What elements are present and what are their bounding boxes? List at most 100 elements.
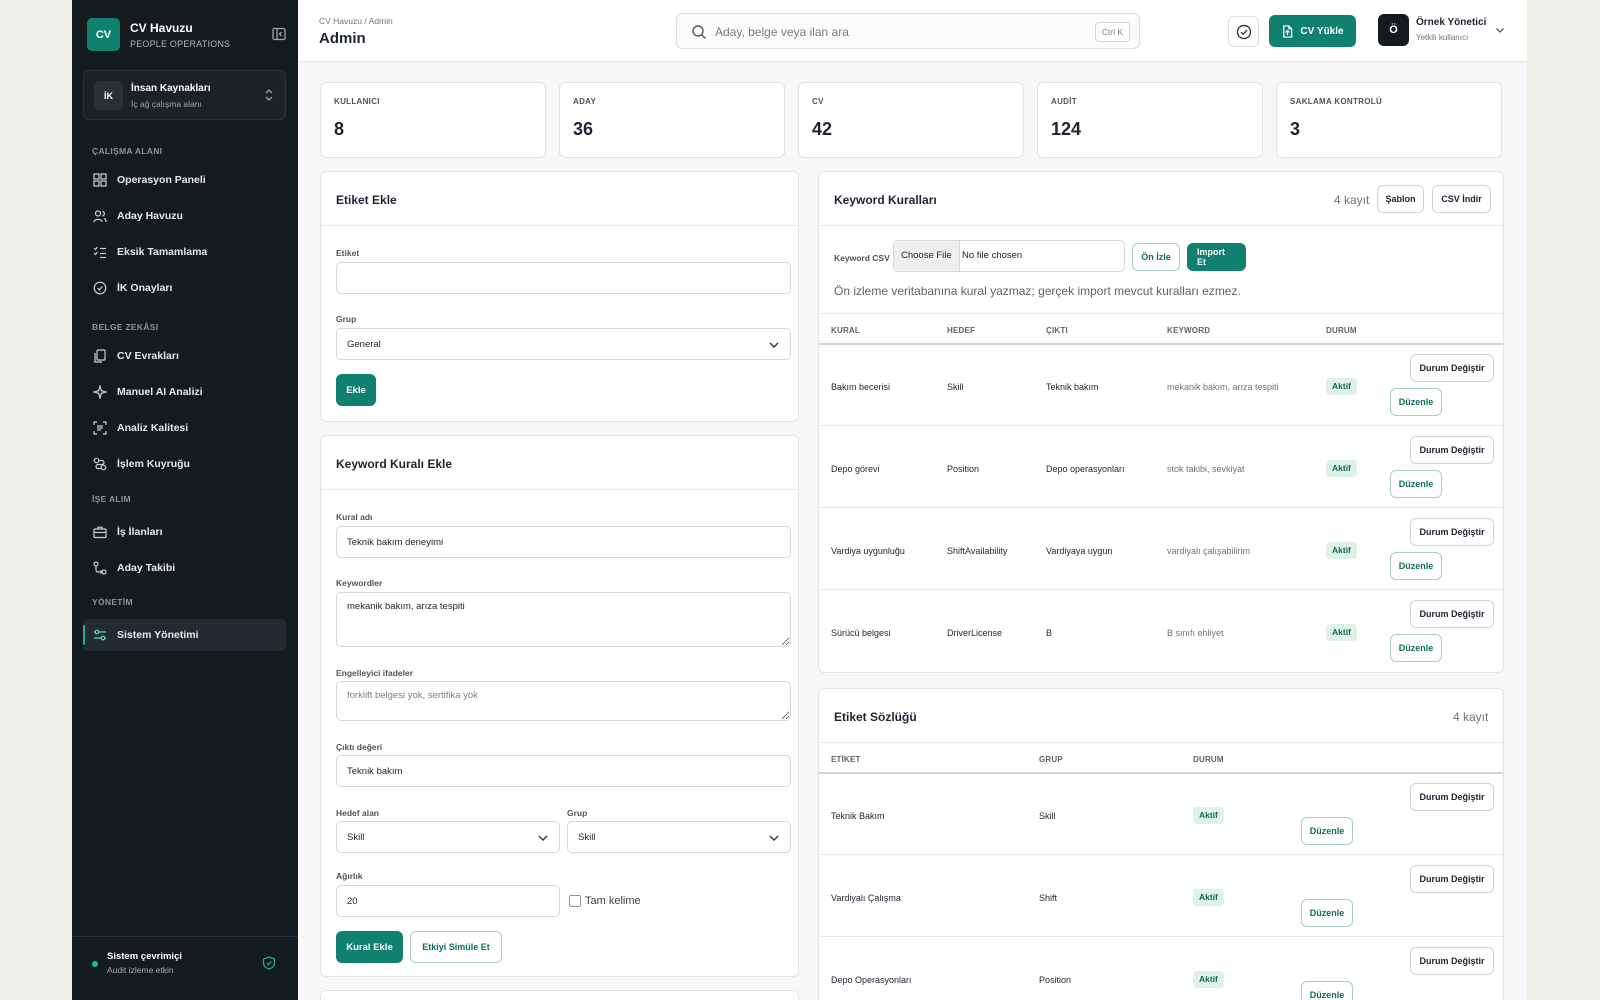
sparkle-icon: [93, 385, 107, 399]
target-select-value: Skill: [347, 831, 365, 843]
search-shortcut: Ctrl K: [1094, 22, 1130, 42]
cv-upload-button[interactable]: CV Yükle: [1269, 15, 1356, 47]
cell-rule: Vardiya uygunluğu: [831, 546, 905, 556]
group-select[interactable]: General: [336, 328, 791, 360]
card-title: Etiket Ekle: [336, 193, 397, 207]
status-subtitle: Audit izleme etkin: [107, 965, 174, 975]
add-tag-button[interactable]: Ekle: [336, 374, 376, 406]
toggle-status-button[interactable]: Durum Değiştir: [1410, 354, 1494, 382]
search-box[interactable]: Ctrl K: [676, 13, 1140, 49]
toggle-status-button[interactable]: Durum Değiştir: [1410, 865, 1494, 893]
csv-download-button[interactable]: CSV İndir: [1432, 185, 1491, 213]
cell-keyword: B sınıfı ehliyet: [1167, 628, 1224, 638]
briefcase-icon: [93, 526, 107, 539]
breadcrumb[interactable]: CV Havuzu / Admin: [319, 16, 393, 26]
tag-label: Etiket: [336, 248, 360, 258]
sidebar-item-label: İş İlanları: [117, 526, 163, 538]
output-input[interactable]: [336, 755, 791, 787]
nav-section-workspace: ÇALIŞMA ALANI: [92, 146, 163, 156]
toggle-status-button[interactable]: Durum Değiştir: [1410, 436, 1494, 464]
sidebar-item-quality[interactable]: Analiz Kalitesi: [83, 412, 286, 444]
user-name: Örnek Yönetici: [1416, 17, 1487, 28]
edit-button[interactable]: Düzenle: [1390, 470, 1442, 498]
stat-label: AUDİT: [1051, 97, 1077, 106]
sidebar-item-cv-docs[interactable]: CV Evrakları: [83, 340, 286, 372]
rule-group-select[interactable]: Skill: [567, 821, 791, 853]
sidebar-item-missing[interactable]: Eksik Tamamlama: [83, 236, 286, 268]
toggle-status-button[interactable]: Durum Değiştir: [1410, 783, 1494, 811]
card-title: Keyword Kuralı Ekle: [336, 457, 453, 471]
toggle-status-button[interactable]: Durum Değiştir: [1410, 518, 1494, 546]
nav-section-hiring: İŞE ALIM: [92, 494, 131, 504]
cell-target: Skill: [947, 382, 964, 392]
sidebar-item-label: İK Onayları: [117, 282, 173, 294]
stat-card-cv: CV 42: [798, 82, 1024, 158]
sidebar-item-queue[interactable]: İşlem Kuyruğu: [83, 448, 286, 480]
import-button[interactable]: Import Et: [1187, 243, 1246, 271]
target-select[interactable]: Skill: [336, 821, 560, 853]
choose-file-button[interactable]: Choose File: [894, 241, 960, 271]
check-circle-icon: [93, 281, 107, 295]
file-upload-icon: [1283, 24, 1293, 38]
cell-output: B: [1046, 628, 1053, 638]
keywords-textarea[interactable]: mekanik bakım, arıza tespiti: [336, 592, 791, 647]
blockers-textarea[interactable]: [336, 681, 791, 721]
simulate-button[interactable]: Etkiyi Simüle Et: [410, 931, 502, 963]
preview-button[interactable]: Ön İzle: [1132, 243, 1180, 271]
divider: [819, 589, 1503, 590]
stat-label: SAKLAMA KONTROLÜ: [1290, 97, 1383, 106]
edit-button[interactable]: Düzenle: [1390, 388, 1442, 416]
blockers-label: Engelleyici ifadeler: [336, 668, 414, 678]
sidebar-item-candidates[interactable]: Aday Havuzu: [83, 200, 286, 232]
sidebar-item-operations[interactable]: Operasyon Paneli: [83, 164, 286, 196]
user-menu[interactable]: Ö Örnek Yönetici Yetkili kullanıcı: [1378, 14, 1506, 48]
sidebar-item-ai-analysis[interactable]: Manuel AI Analizi: [83, 376, 286, 408]
template-button[interactable]: Şablon: [1377, 185, 1424, 213]
file-name: No file chosen: [962, 250, 1023, 261]
col-group: GRUP: [1039, 755, 1063, 764]
edit-button[interactable]: Düzenle: [1301, 981, 1353, 1000]
sidebar-item-jobs[interactable]: İş İlanları: [83, 516, 286, 548]
edit-button[interactable]: Düzenle: [1390, 634, 1442, 662]
search-icon: [692, 25, 706, 39]
rule-name-input[interactable]: [336, 526, 791, 558]
cell-rule: Bakım becerisi: [831, 382, 891, 392]
sidebar-item-label: Analiz Kalitesi: [117, 422, 189, 434]
edit-button[interactable]: Düzenle: [1301, 899, 1353, 927]
sidebar-item-system-admin[interactable]: Sistem Yönetimi: [83, 619, 286, 651]
card-header: Etiket Ekle: [321, 172, 798, 226]
tag-dictionary-card: Etiket Sözlüğü 4 kayıt ETİKET GRUP DURUM…: [818, 688, 1504, 1000]
cell-group: Shift: [1039, 893, 1058, 903]
edit-button[interactable]: Düzenle: [1301, 817, 1353, 845]
weight-input[interactable]: [336, 885, 560, 917]
weight-label: Ağırlık: [336, 871, 363, 881]
sidebar-item-tracking[interactable]: Aday Takibi: [83, 552, 286, 584]
workspace-switcher[interactable]: İK İnsan Kaynakları İç ağ çalışma alanı: [83, 70, 286, 120]
user-role: Yetkili kullanıcı: [1416, 33, 1469, 42]
tasks-button[interactable]: [1228, 16, 1259, 47]
keyword-rules-card: Keyword Kuralları 4 kayıt Şablon CSV İnd…: [818, 171, 1504, 673]
search-input[interactable]: [715, 22, 1095, 42]
chevron-down-icon: [1496, 28, 1504, 33]
group-label: Grup: [336, 314, 357, 324]
sidebar-item-label: Eksik Tamamlama: [117, 246, 208, 258]
brand-subtitle: PEOPLE OPERATIONS: [130, 39, 231, 49]
check-circle-icon: [1236, 24, 1251, 39]
toggle-status-button[interactable]: Durum Değiştir: [1410, 947, 1494, 975]
cv-upload-label: CV Yükle: [1300, 25, 1344, 37]
csv-file-input[interactable]: Choose File No file chosen: [893, 240, 1125, 272]
exact-word-checkbox[interactable]: [569, 895, 581, 907]
sidebar-item-approvals[interactable]: İK Onayları: [83, 272, 286, 304]
col-tag: ETİKET: [831, 755, 861, 764]
tag-input[interactable]: [336, 262, 791, 294]
add-rule-button[interactable]: Kural Ekle: [336, 931, 403, 963]
status-badge: Aktif: [1193, 807, 1224, 824]
rule-group-label: Grup: [567, 808, 588, 818]
sidebar-collapse-icon[interactable]: [271, 26, 287, 42]
record-count: 4 kayıt: [1453, 710, 1489, 724]
cell-tag: Vardiyalı Çalışma: [831, 893, 901, 903]
cell-keyword: vardiyalı çalışabilirim: [1167, 546, 1251, 556]
edit-button[interactable]: Düzenle: [1390, 552, 1442, 580]
checklist-icon: [93, 246, 106, 259]
toggle-status-button[interactable]: Durum Değiştir: [1410, 600, 1494, 628]
